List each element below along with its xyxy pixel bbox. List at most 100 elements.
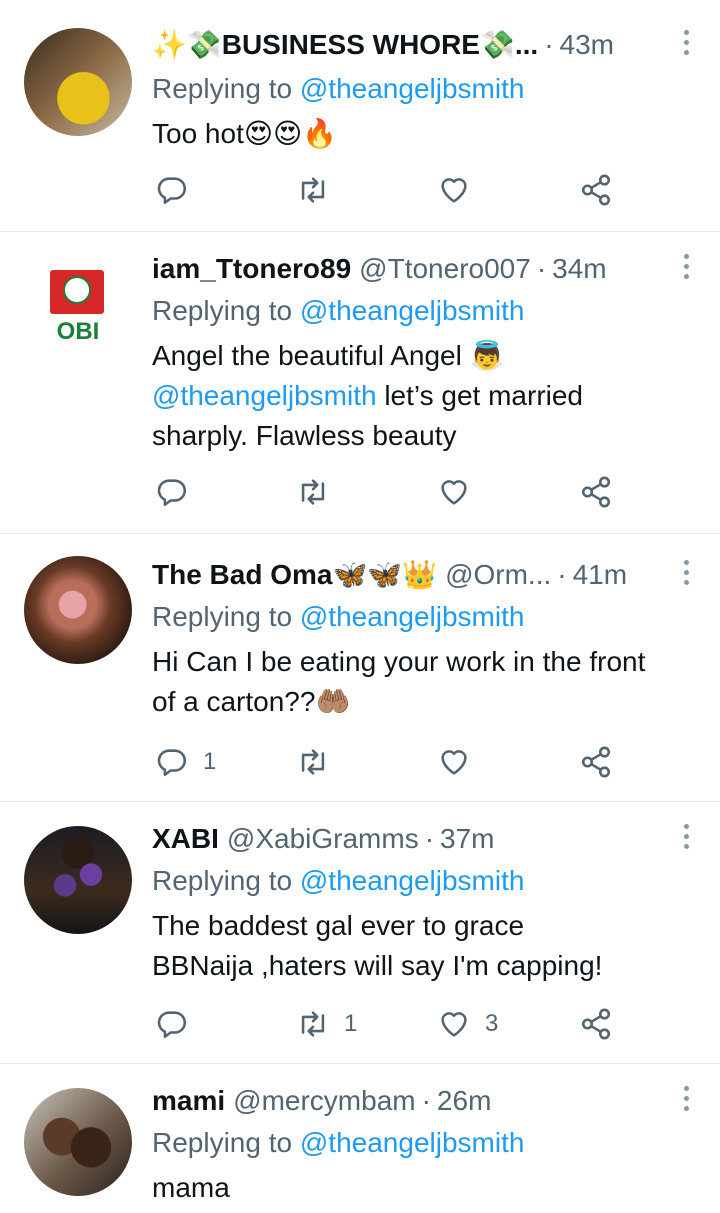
tweet-header: mami @mercymbam · 26m bbox=[152, 1084, 670, 1118]
heart-icon bbox=[437, 173, 471, 207]
handle[interactable]: @Orm... bbox=[445, 558, 551, 592]
display-name[interactable]: iam_Ttonero89 bbox=[152, 252, 351, 286]
more-options-icon[interactable] bbox=[682, 1086, 690, 1114]
mention-link[interactable]: @theangeljbsmith bbox=[300, 1127, 525, 1158]
mention-link[interactable]: @theangeljbsmith bbox=[300, 73, 525, 104]
like-button[interactable]: 3 bbox=[437, 1004, 498, 1044]
share-button[interactable] bbox=[579, 742, 613, 782]
tweet[interactable]: XABI @XabiGramms · 37m Replying to @thea… bbox=[0, 802, 720, 1064]
tweet-text-line: @theangeljbsmith let’s get married bbox=[152, 380, 584, 411]
separator-dot: · bbox=[544, 29, 554, 60]
replying-to: Replying to @theangeljbsmith bbox=[152, 294, 524, 328]
timestamp[interactable]: 26m bbox=[437, 1084, 491, 1118]
retweet-icon bbox=[296, 173, 330, 207]
avatar[interactable] bbox=[24, 556, 132, 664]
mention-link[interactable]: @theangeljbsmith bbox=[300, 295, 525, 326]
share-button[interactable] bbox=[579, 170, 613, 210]
tweet[interactable]: OBI iam_Ttonero89 @Ttonero007 · 34m Repl… bbox=[0, 232, 720, 534]
replying-to: Replying to @theangeljbsmith bbox=[152, 72, 524, 106]
display-name[interactable]: The Bad Oma🦋🦋👑 bbox=[152, 558, 437, 592]
retweet-icon bbox=[296, 1007, 330, 1041]
replying-to: Replying to @theangeljbsmith bbox=[152, 600, 524, 634]
replying-to-label: Replying to bbox=[152, 1127, 293, 1158]
more-options-icon[interactable] bbox=[682, 560, 690, 588]
avatar[interactable] bbox=[24, 28, 132, 136]
action-bar: 1 3 bbox=[155, 1004, 620, 1044]
more-options-icon[interactable] bbox=[682, 30, 690, 58]
reply-count: 1 bbox=[203, 748, 217, 775]
reply-icon bbox=[155, 1007, 189, 1041]
reply-button[interactable] bbox=[155, 472, 189, 512]
timestamp[interactable]: 37m bbox=[440, 822, 494, 856]
tweet-header: ✨💸BUSINESS WHORE💸... · 43m bbox=[152, 28, 670, 62]
reply-icon bbox=[155, 745, 189, 779]
handle[interactable]: @XabiGramms bbox=[227, 822, 419, 856]
reply-icon bbox=[155, 173, 189, 207]
display-name[interactable]: ✨💸BUSINESS WHORE💸... bbox=[152, 28, 538, 62]
avatar-logo bbox=[50, 270, 104, 314]
mention-link[interactable]: @theangeljbsmith bbox=[152, 380, 377, 411]
share-button[interactable] bbox=[579, 472, 613, 512]
avatar[interactable]: OBI bbox=[24, 260, 132, 368]
timestamp[interactable]: 41m bbox=[573, 558, 627, 592]
reply-feed: ✨💸BUSINESS WHORE💸... · 43m Replying to @… bbox=[0, 0, 720, 1213]
reply-button[interactable] bbox=[155, 1004, 189, 1044]
tweet-text-line: BBNaija ,haters will say I'm capping! bbox=[152, 950, 603, 981]
action-bar: 1 bbox=[155, 742, 620, 782]
share-icon bbox=[579, 1007, 613, 1041]
more-options-icon[interactable] bbox=[682, 254, 690, 282]
share-button[interactable] bbox=[579, 1004, 613, 1044]
retweet-button[interactable] bbox=[296, 472, 330, 512]
display-name[interactable]: mami bbox=[152, 1084, 225, 1118]
avatar[interactable] bbox=[24, 826, 132, 934]
tweet-text-line: of a carton??🤲🏽 bbox=[152, 686, 351, 717]
retweet-button[interactable] bbox=[296, 742, 330, 782]
heart-icon bbox=[437, 1007, 471, 1041]
separator-dot: · bbox=[536, 253, 547, 284]
replying-to-label: Replying to bbox=[152, 73, 293, 104]
handle[interactable]: @mercymbam bbox=[233, 1084, 415, 1118]
replying-to-label: Replying to bbox=[152, 601, 293, 632]
mention-link[interactable]: @theangeljbsmith bbox=[300, 865, 525, 896]
avatar-text: OBI bbox=[56, 318, 100, 345]
tweet-text-line: The baddest gal ever to grace bbox=[152, 910, 525, 941]
heart-icon bbox=[437, 475, 471, 509]
display-name[interactable]: XABI bbox=[152, 822, 219, 856]
like-button[interactable] bbox=[437, 170, 471, 210]
reply-button[interactable]: 1 bbox=[155, 742, 216, 782]
retweet-button[interactable]: 1 bbox=[296, 1004, 357, 1044]
tweet[interactable]: mami @mercymbam · 26m Replying to @thean… bbox=[0, 1064, 720, 1213]
heart-icon bbox=[437, 745, 471, 779]
replying-to-label: Replying to bbox=[152, 865, 293, 896]
retweet-icon bbox=[296, 475, 330, 509]
replying-to: Replying to @theangeljbsmith bbox=[152, 864, 524, 898]
separator-dot: · bbox=[424, 823, 435, 854]
tweet-text: mama bbox=[152, 1168, 696, 1208]
like-button[interactable] bbox=[437, 472, 471, 512]
tweet[interactable]: The Bad Oma🦋🦋👑 @Orm... · 41m Replying to… bbox=[0, 534, 720, 802]
tweet-text-line: Angel the beautiful Angel 👼 bbox=[152, 340, 505, 371]
tweet-text-line: sharply. Flawless beauty bbox=[152, 420, 457, 451]
replying-to-label: Replying to bbox=[152, 295, 293, 326]
tweet-text: The baddest gal ever to grace BBNaija ,h… bbox=[152, 906, 696, 986]
share-icon bbox=[579, 173, 613, 207]
reply-button[interactable] bbox=[155, 170, 189, 210]
tweet[interactable]: ✨💸BUSINESS WHORE💸... · 43m Replying to @… bbox=[0, 0, 720, 232]
timestamp[interactable]: 34m bbox=[552, 252, 606, 286]
retweet-count: 1 bbox=[344, 1010, 358, 1037]
separator-dot: · bbox=[557, 559, 567, 590]
retweet-icon bbox=[296, 745, 330, 779]
tweet-header: The Bad Oma🦋🦋👑 @Orm... · 41m bbox=[152, 558, 670, 592]
mention-link[interactable]: @theangeljbsmith bbox=[300, 601, 525, 632]
tweet-text-line: mama bbox=[152, 1172, 230, 1203]
tweet-header: iam_Ttonero89 @Ttonero007 · 34m bbox=[152, 252, 670, 286]
timestamp[interactable]: 43m bbox=[560, 28, 614, 62]
handle[interactable]: @Ttonero007 bbox=[359, 252, 531, 286]
more-options-icon[interactable] bbox=[682, 824, 690, 852]
action-bar bbox=[155, 170, 620, 210]
retweet-button[interactable] bbox=[296, 170, 330, 210]
action-bar bbox=[155, 472, 620, 512]
avatar[interactable] bbox=[24, 1088, 132, 1196]
like-button[interactable] bbox=[437, 742, 471, 782]
share-icon bbox=[579, 475, 613, 509]
